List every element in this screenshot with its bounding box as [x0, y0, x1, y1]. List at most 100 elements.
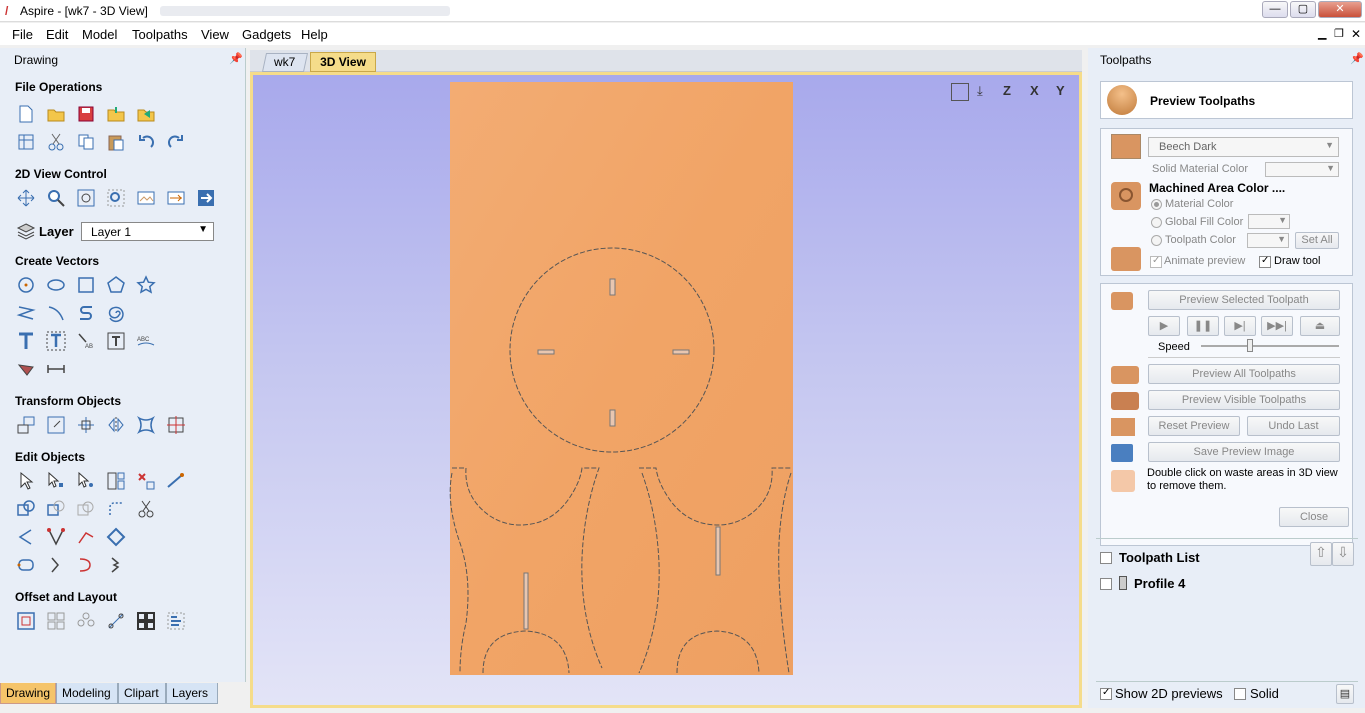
select-icon[interactable]	[15, 470, 37, 492]
3d-view-canvas[interactable]: ⤓ Z X Y	[250, 72, 1082, 708]
pin-icon[interactable]: 📌	[229, 52, 243, 65]
zoom-selected-icon[interactable]	[105, 187, 127, 209]
show-2d-previews-checkbox[interactable]: ✓	[1100, 687, 1112, 700]
speed-slider[interactable]	[1247, 339, 1253, 352]
tab-wk7[interactable]: wk7	[261, 53, 309, 72]
cut-icon[interactable]	[45, 131, 67, 153]
fast-forward-icon[interactable]: ▶▶|	[1261, 316, 1293, 336]
menu-toolpaths[interactable]: Toolpaths	[132, 27, 188, 42]
redo-icon[interactable]	[165, 131, 187, 153]
undo-icon[interactable]	[135, 131, 157, 153]
preview-all-button[interactable]: Preview All Toolpaths	[1148, 364, 1340, 384]
step-icon[interactable]: ▶|	[1224, 316, 1256, 336]
array-copy-icon[interactable]	[45, 610, 67, 632]
view-z-icon[interactable]: Z	[1003, 83, 1011, 98]
toolpath-color-picker[interactable]: ▼	[1247, 233, 1289, 248]
text-arc-icon[interactable]: ABC	[135, 330, 157, 352]
profile-4-item[interactable]: Profile 4	[1134, 576, 1185, 591]
undo-last-button[interactable]: Undo Last	[1247, 416, 1340, 436]
measure-icon[interactable]	[165, 470, 187, 492]
draw-tool-checkbox[interactable]: ✓	[1259, 255, 1271, 268]
distort-icon[interactable]	[135, 414, 157, 436]
menu-edit[interactable]: Edit	[46, 27, 68, 42]
menu-help[interactable]: Help	[301, 27, 328, 42]
text-tool-icon[interactable]	[15, 330, 37, 352]
delete-duplicates-icon[interactable]	[135, 470, 157, 492]
view-x-icon[interactable]: X	[1030, 83, 1039, 98]
auto-layout-text-icon[interactable]	[45, 330, 67, 352]
extend-vector-icon[interactable]	[45, 554, 67, 576]
pin-icon[interactable]: 📌	[1350, 52, 1364, 65]
set-all-button[interactable]: Set All	[1295, 232, 1339, 249]
trim-icon[interactable]	[135, 498, 157, 520]
zoom-box-icon[interactable]	[45, 187, 67, 209]
draw-ellipse-icon[interactable]	[45, 274, 67, 296]
align-icon[interactable]	[75, 414, 97, 436]
paste-icon[interactable]	[105, 131, 127, 153]
iso-view-icon[interactable]: ⤓	[977, 83, 983, 99]
move-icon[interactable]	[15, 414, 37, 436]
text-on-curve-icon[interactable]: AB	[75, 330, 97, 352]
curve-fit-icon[interactable]	[75, 526, 97, 548]
nesting-icon[interactable]	[135, 610, 157, 632]
new-file-icon[interactable]	[15, 103, 37, 125]
close-window-button[interactable]: ✕	[1318, 1, 1362, 18]
draw-circle-icon[interactable]	[15, 274, 37, 296]
radio-toolpath-color[interactable]	[1151, 235, 1162, 246]
circular-copy-icon[interactable]	[75, 610, 97, 632]
global-fill-picker[interactable]: ▼	[1248, 214, 1290, 229]
auto-nest-icon[interactable]	[165, 610, 187, 632]
save-icon[interactable]	[75, 103, 97, 125]
toolpath-summary-icon[interactable]: ▤	[1336, 684, 1354, 704]
mdi-close-icon[interactable]: ✕	[1351, 27, 1361, 41]
smart-smooth-icon[interactable]	[15, 554, 37, 576]
pause-icon[interactable]: ❚❚	[1187, 316, 1219, 336]
tab-layers[interactable]: Layers	[166, 683, 218, 704]
save-preview-image-button[interactable]: Save Preview Image	[1148, 442, 1340, 462]
draw-spiral-icon[interactable]	[105, 302, 127, 324]
offset-icon[interactable]	[15, 610, 37, 632]
selection-tools-icon[interactable]	[105, 470, 127, 492]
eject-icon[interactable]: ⏏	[1300, 316, 1340, 336]
interactive-select-icon[interactable]	[75, 470, 97, 492]
menu-gadgets[interactable]: Gadgets	[242, 27, 291, 42]
copy-along-vector-icon[interactable]	[105, 610, 127, 632]
reset-preview-button[interactable]: Reset Preview	[1148, 416, 1240, 436]
mdi-restore-icon[interactable]: ❐	[1334, 27, 1344, 40]
radio-global-fill[interactable]	[1151, 217, 1162, 228]
draw-polyline-icon[interactable]	[15, 302, 37, 324]
radio-material-color[interactable]	[1151, 199, 1162, 210]
menu-view[interactable]: View	[201, 27, 229, 42]
move-down-icon[interactable]: ⇩	[1332, 542, 1354, 566]
view-bitmap-icon[interactable]	[135, 187, 157, 209]
draw-polygon-icon[interactable]	[105, 274, 127, 296]
node-drawing-icon[interactable]	[15, 358, 37, 380]
intersect-icon[interactable]	[75, 498, 97, 520]
view-y-icon[interactable]: Y	[1056, 83, 1065, 98]
node-edit-icon[interactable]	[45, 470, 67, 492]
job-setup-icon[interactable]	[15, 131, 37, 153]
tab-drawing[interactable]: Drawing	[0, 683, 56, 704]
vector-validator-icon[interactable]	[105, 526, 127, 548]
tab-modeling[interactable]: Modeling	[56, 683, 118, 704]
copy-icon[interactable]	[75, 131, 97, 153]
zoom-extents-icon[interactable]	[75, 187, 97, 209]
set-position-icon[interactable]	[165, 414, 187, 436]
switch-view-icon[interactable]	[195, 187, 217, 209]
draw-star-icon[interactable]	[135, 274, 157, 296]
menu-file[interactable]: File	[12, 27, 33, 42]
layer-select[interactable]: Layer 1 ▼	[81, 222, 214, 241]
draw-rectangle-icon[interactable]	[75, 274, 97, 296]
menu-model[interactable]: Model	[82, 27, 117, 42]
mdi-minimize-icon[interactable]: ▁	[1318, 27, 1326, 40]
profile-4-checkbox[interactable]	[1100, 578, 1112, 590]
scale-icon[interactable]	[45, 414, 67, 436]
tab-clipart[interactable]: Clipart	[118, 683, 166, 704]
preview-visible-button[interactable]: Preview Visible Toolpaths	[1148, 390, 1340, 410]
maximize-button[interactable]: ▢	[1290, 1, 1316, 18]
preview-selected-button[interactable]: Preview Selected Toolpath	[1148, 290, 1340, 310]
toolpath-list-checkbox[interactable]	[1100, 552, 1112, 564]
solid-checkbox[interactable]	[1234, 688, 1246, 700]
import-icon[interactable]	[105, 103, 127, 125]
material-select[interactable]: Beech Dark ▼	[1148, 137, 1339, 157]
